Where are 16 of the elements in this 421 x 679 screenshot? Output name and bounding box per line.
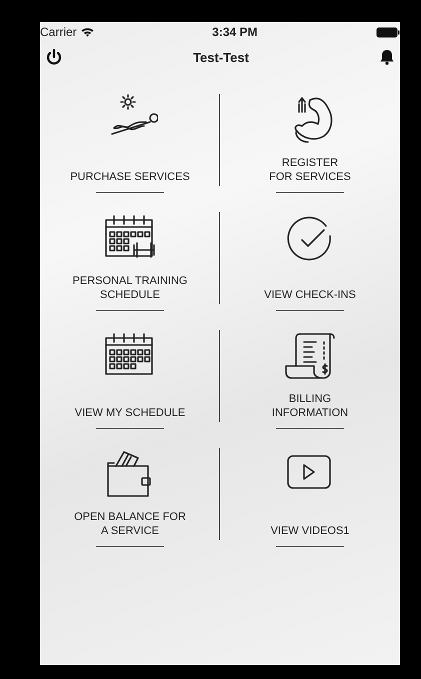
carrier-label: Carrier xyxy=(40,25,77,39)
status-time: 3:34 PM xyxy=(212,25,258,39)
tile-button[interactable]: VIEW VIDEOS1 xyxy=(270,510,350,538)
bell-icon[interactable] xyxy=(380,49,394,65)
tile-button[interactable]: BILLING INFORMATION xyxy=(272,392,348,420)
tile-button[interactable]: PERSONAL TRAINING SCHEDULE xyxy=(72,274,188,302)
power-icon[interactable] xyxy=(46,48,62,66)
tile-button[interactable]: REGISTER FOR SERVICES xyxy=(269,156,351,184)
receipt-icon[interactable] xyxy=(282,330,338,382)
tile-button[interactable]: VIEW MY SCHEDULE xyxy=(74,392,186,420)
wifi-icon xyxy=(80,27,94,37)
battery-icon xyxy=(376,26,400,38)
tile-button[interactable]: OPEN BALANCE FOR A SERVICE xyxy=(74,510,186,538)
tile-button[interactable]: VIEW CHECK-INS xyxy=(264,274,356,302)
screen-title: Test-Test xyxy=(193,50,249,64)
tile-button[interactable]: PURCHASE SERVICES xyxy=(70,156,190,184)
